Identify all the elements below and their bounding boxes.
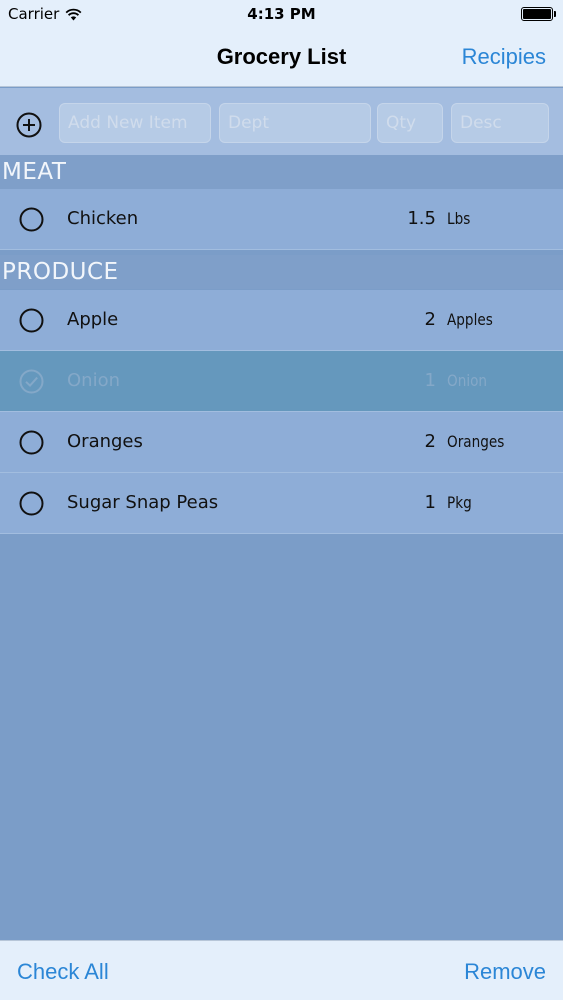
status-bar: Carrier 4:13 PM bbox=[0, 0, 563, 28]
new-item-input[interactable] bbox=[59, 103, 211, 143]
item-qty: 2 bbox=[424, 309, 436, 330]
item-name: Sugar Snap Peas bbox=[67, 492, 219, 513]
item-name: Onion bbox=[67, 370, 120, 391]
check-all-button[interactable]: Check All bbox=[17, 959, 109, 985]
item-qty: 1.5 bbox=[407, 208, 436, 229]
dept-input[interactable] bbox=[219, 103, 371, 143]
item-unit: Oranges bbox=[447, 432, 505, 451]
item-qty: 1 bbox=[424, 370, 436, 391]
item-unit: Pkg bbox=[447, 493, 472, 512]
item-unit: Onion bbox=[447, 371, 488, 390]
qty-input[interactable] bbox=[377, 103, 443, 143]
item-name: Apple bbox=[67, 309, 119, 330]
section-header-produce: PRODUCE bbox=[0, 255, 563, 289]
list-item[interactable]: Chicken 1.5 Lbs bbox=[0, 189, 563, 250]
list-item[interactable]: Apple 2 Apples bbox=[0, 290, 563, 351]
recipes-button[interactable]: Recipies bbox=[462, 44, 546, 70]
remove-button[interactable]: Remove bbox=[464, 959, 546, 985]
add-item-bar bbox=[0, 88, 563, 155]
add-circle-icon[interactable] bbox=[15, 111, 43, 139]
unchecked-circle-icon[interactable] bbox=[19, 207, 44, 232]
checked-circle-icon[interactable] bbox=[19, 369, 44, 394]
navigation-bar: Grocery List Recipies bbox=[0, 28, 563, 87]
item-unit: Lbs bbox=[447, 209, 471, 228]
item-name: Oranges bbox=[67, 431, 143, 452]
item-qty: 1 bbox=[424, 492, 436, 513]
desc-input[interactable] bbox=[451, 103, 549, 143]
item-unit: Apples bbox=[447, 310, 493, 329]
list-item[interactable]: Oranges 2 Oranges bbox=[0, 412, 563, 473]
unchecked-circle-icon[interactable] bbox=[19, 430, 44, 455]
unchecked-circle-icon[interactable] bbox=[19, 491, 44, 516]
section-header-meat: MEAT bbox=[0, 155, 563, 189]
status-time: 4:13 PM bbox=[247, 5, 316, 23]
item-name: Chicken bbox=[67, 208, 139, 229]
battery-icon bbox=[521, 7, 556, 21]
list-item-checked[interactable]: Onion 1 Onion bbox=[0, 351, 563, 412]
list-item[interactable]: Sugar Snap Peas 1 Pkg bbox=[0, 473, 563, 534]
bottom-toolbar: Check All Remove bbox=[0, 940, 563, 1000]
unchecked-circle-icon[interactable] bbox=[19, 308, 44, 333]
item-qty: 2 bbox=[424, 431, 436, 452]
